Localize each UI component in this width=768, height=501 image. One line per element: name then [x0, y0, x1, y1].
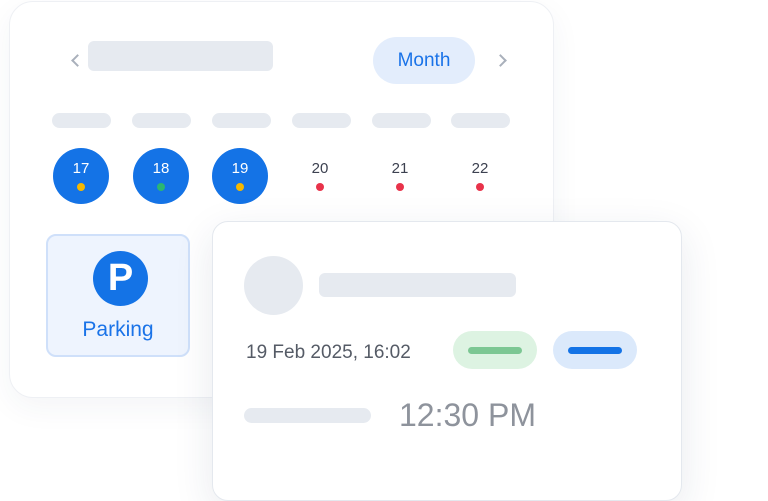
day-20[interactable]: 20 [292, 148, 348, 204]
day-number: 17 [72, 160, 90, 177]
event-dot [476, 183, 484, 191]
badge-placeholder-bar [568, 347, 622, 354]
day-number: 20 [311, 160, 329, 177]
month-view-button[interactable]: Month [373, 37, 475, 84]
day-17[interactable]: 17 [53, 148, 109, 204]
chevron-right-icon[interactable] [494, 54, 507, 67]
event-dot [316, 183, 324, 191]
parking-label: Parking [82, 318, 154, 341]
day-22[interactable]: 22 [452, 148, 508, 204]
calendar-title-placeholder [88, 41, 273, 71]
weekday-header-placeholder [132, 113, 191, 128]
status-badge-blue [553, 331, 637, 369]
event-dot [236, 183, 244, 191]
day-number: 21 [391, 160, 409, 177]
chevron-left-icon[interactable] [71, 54, 84, 67]
booking-datetime: 19 Feb 2025, 16:02 [246, 342, 411, 363]
day-19[interactable]: 19 [212, 148, 268, 204]
name-placeholder [319, 273, 516, 297]
day-21[interactable]: 21 [372, 148, 428, 204]
day-number: 22 [471, 160, 489, 177]
label-placeholder [244, 408, 371, 423]
event-dot [396, 183, 404, 191]
badge-placeholder-bar [468, 347, 522, 354]
status-badge-green [453, 331, 537, 369]
booking-detail-card: 19 Feb 2025, 16:02 12:30 PM [212, 221, 682, 501]
event-dot [157, 183, 165, 191]
parking-icon: P [93, 251, 148, 306]
weekday-header-placeholder [372, 113, 431, 128]
day-number: 18 [152, 160, 170, 177]
weekday-header-placeholder [292, 113, 351, 128]
parking-tile[interactable]: P Parking [46, 234, 190, 357]
day-18[interactable]: 18 [133, 148, 189, 204]
weekday-header-placeholder [212, 113, 271, 128]
avatar [244, 256, 303, 315]
booking-time: 12:30 PM [399, 397, 536, 433]
weekday-header-placeholder [451, 113, 510, 128]
event-dot [77, 183, 85, 191]
weekday-header-placeholder [52, 113, 111, 128]
day-number: 19 [231, 160, 249, 177]
